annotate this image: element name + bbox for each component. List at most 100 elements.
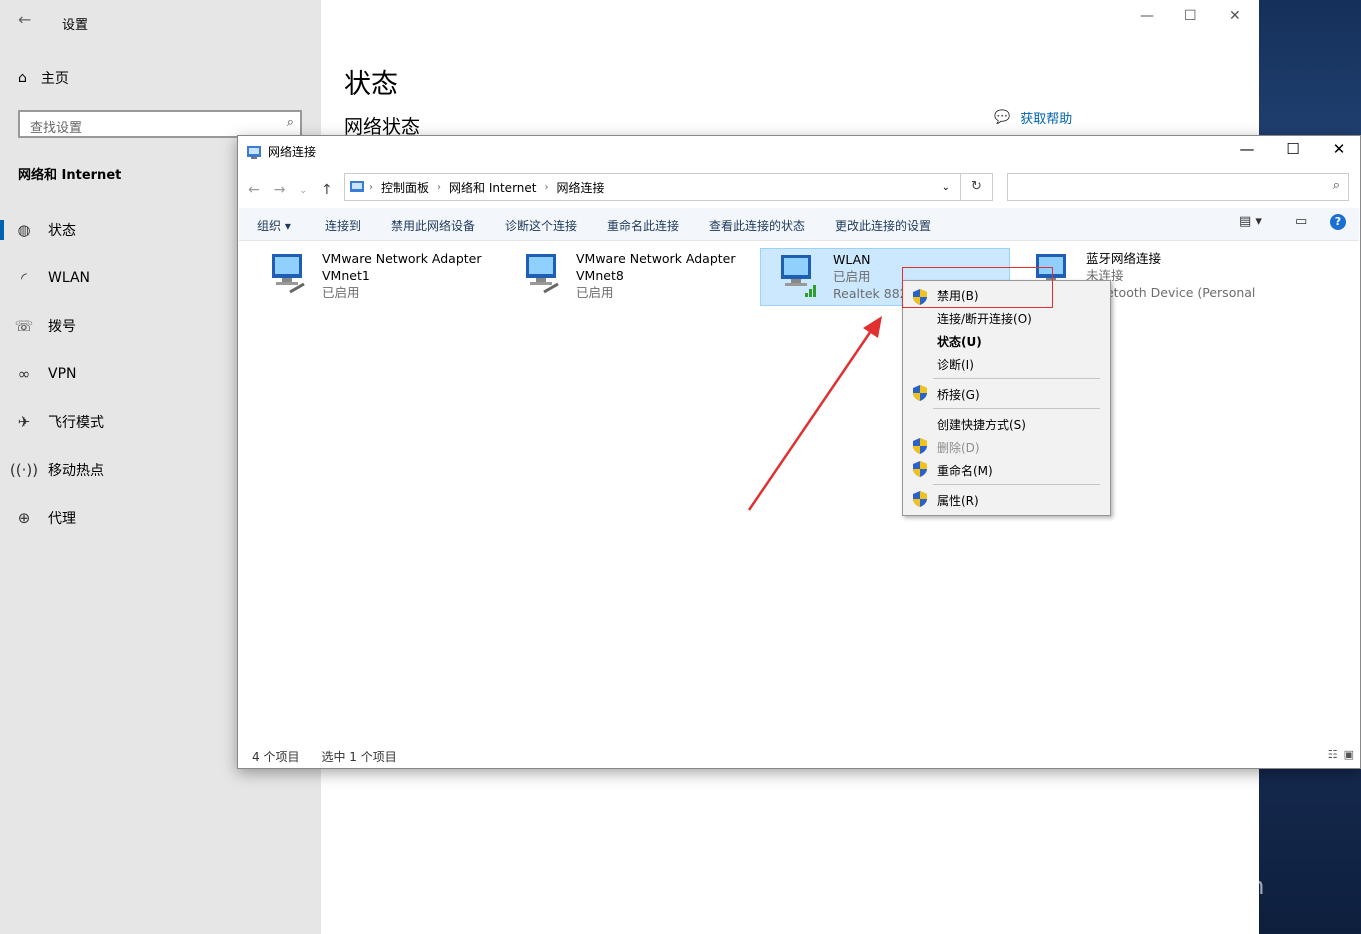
- title-bar: 网络连接: [246, 143, 316, 160]
- status-bar: 4 个项目 选中 1 个项目: [252, 748, 397, 765]
- adapter-name: 蓝牙网络连接: [1086, 251, 1162, 266]
- menu-separator: [933, 378, 1100, 379]
- uac-shield-icon: [913, 438, 927, 454]
- chevron-right-icon: ›: [437, 181, 442, 193]
- window-title: 网络连接: [268, 145, 317, 159]
- nav-label: WLAN: [48, 270, 91, 286]
- adapter-vmnet8[interactable]: VMware Network Adapter VMnet8 已启用: [504, 248, 754, 306]
- wifi-adapter-icon: [781, 255, 816, 297]
- nav-label: 状态: [48, 223, 76, 239]
- menu-separator: [933, 408, 1100, 409]
- chevron-right-icon: ›: [544, 181, 549, 193]
- help-chat-icon: 💬: [994, 110, 1011, 125]
- home-icon: ⌂: [18, 70, 27, 86]
- selected-count: 选中 1 个项目: [321, 750, 397, 764]
- minimize-icon[interactable]: —: [1140, 8, 1154, 24]
- wifi-icon: ◜: [21, 269, 27, 287]
- view-options-icon[interactable]: ▤ ▾: [1239, 214, 1262, 229]
- change-settings-button[interactable]: 更改此连接的设置: [835, 217, 931, 234]
- chevron-right-icon: ›: [369, 181, 373, 193]
- globe-icon: ◍: [17, 221, 31, 239]
- adapter-vmnet1[interactable]: VMware Network Adapter VMnet1 已启用: [250, 248, 500, 306]
- settings-title: 设置: [62, 18, 89, 33]
- baidu-watermark-url: jingyan.baidu.com: [1043, 872, 1265, 900]
- breadcrumb-control-panel[interactable]: 控制面板: [381, 179, 429, 196]
- item-count: 4 个项目: [252, 750, 300, 764]
- refresh-icon[interactable]: ↻: [961, 173, 993, 201]
- uac-shield-icon: [913, 491, 927, 507]
- breadcrumb-network-internet[interactable]: 网络和 Internet: [449, 179, 536, 196]
- address-bar[interactable]: › 控制面板 › 网络和 Internet › 网络连接 ⌄: [344, 173, 961, 201]
- view-status-button[interactable]: 查看此连接的状态: [709, 217, 805, 234]
- back-icon[interactable]: ←: [248, 182, 260, 198]
- maximize-icon[interactable]: ☐: [1270, 140, 1316, 158]
- vpn-icon: ∞: [17, 365, 31, 383]
- close-icon[interactable]: ✕: [1229, 8, 1241, 24]
- menu-status[interactable]: 状态(U): [937, 333, 982, 350]
- command-bar: 组织 ▾ 连接到 禁用此网络设备 诊断这个连接 重命名此连接 查看此连接的状态 …: [239, 208, 1359, 241]
- menu-properties[interactable]: 属性(R): [937, 492, 979, 509]
- home-label: 主页: [40, 71, 69, 87]
- menu-diagnose[interactable]: 诊断(I): [937, 356, 974, 373]
- menu-delete: 删除(D): [937, 441, 980, 455]
- tiles-view-icon[interactable]: ▣: [1344, 748, 1354, 761]
- adapter-line2: VMnet8: [576, 268, 624, 283]
- diagnose-button[interactable]: 诊断这个连接: [505, 217, 577, 234]
- view-toggle: ☷ ▣: [1328, 748, 1354, 761]
- menu-separator: [933, 484, 1100, 485]
- adapter-status: 已启用: [576, 285, 614, 300]
- menu-connect-disconnect[interactable]: 连接/断开连接(O): [937, 310, 1032, 327]
- proxy-globe-icon: ⊕: [17, 509, 31, 527]
- nav-buttons: ← → ⌄ ↑: [248, 182, 333, 198]
- hotspot-icon: ((·)): [9, 461, 39, 479]
- organize-button[interactable]: 组织 ▾: [257, 217, 291, 234]
- rename-button[interactable]: 重命名此连接: [607, 217, 679, 234]
- maximize-icon[interactable]: ☐: [1184, 8, 1197, 24]
- nav-label: 飞行模式: [48, 415, 104, 431]
- get-help-link[interactable]: 💬 获取帮助: [994, 108, 1072, 127]
- menu-create-shortcut[interactable]: 创建快捷方式(S): [937, 416, 1026, 433]
- settings-home-link[interactable]: ⌂ 主页: [18, 68, 69, 88]
- nav-label: VPN: [48, 366, 77, 382]
- page-title: 状态: [344, 69, 398, 100]
- network-adapter-icon: [526, 254, 559, 294]
- forward-icon[interactable]: →: [274, 182, 286, 198]
- adapter-line2: VMnet1: [322, 268, 370, 283]
- disable-device-button[interactable]: 禁用此网络设备: [391, 217, 475, 234]
- adapter-name: VMware Network Adapter: [576, 251, 736, 266]
- minimize-icon[interactable]: —: [1224, 140, 1270, 158]
- recent-dropdown-icon[interactable]: ⌄: [299, 186, 307, 198]
- search-input[interactable]: ⌕: [1007, 173, 1349, 201]
- highlight-box-annotation: [902, 267, 1053, 308]
- back-arrow-icon[interactable]: ←: [18, 10, 31, 29]
- settings-search-input[interactable]: 查找设置 ⌕: [18, 110, 302, 138]
- chevron-down-icon[interactable]: ⌄: [942, 182, 950, 193]
- close-icon[interactable]: ✕: [1316, 140, 1361, 158]
- airplane-icon: ✈: [17, 413, 31, 431]
- network-folder-icon: [247, 145, 261, 159]
- help-icon[interactable]: ?: [1330, 214, 1346, 230]
- uac-shield-icon: [913, 385, 927, 401]
- network-connections-window: 网络连接 — ☐ ✕ ← → ⌄ ↑ › 控制面板 › 网络和 Internet…: [237, 135, 1361, 769]
- details-view-icon[interactable]: ☷: [1328, 748, 1338, 761]
- up-icon[interactable]: ↑: [321, 182, 333, 198]
- search-icon: ⌕: [1332, 178, 1340, 193]
- search-icon: ⌕: [286, 115, 294, 130]
- adapter-status: 已启用: [322, 285, 360, 300]
- preview-pane-icon[interactable]: ▭: [1295, 214, 1307, 229]
- nav-label: 拨号: [48, 319, 76, 335]
- context-menu: 禁用(B) 连接/断开连接(O) 状态(U) 诊断(I) 桥接(G) 创建快捷方…: [902, 280, 1111, 516]
- adapter-name: WLAN: [833, 252, 871, 267]
- uac-shield-icon: [913, 461, 927, 477]
- dialup-icon: ☏: [14, 317, 34, 335]
- adapter-status: Bluetooth Device (Personal Ar...: [1086, 285, 1256, 317]
- breadcrumb-network-connections[interactable]: 网络连接: [556, 179, 604, 196]
- search-placeholder: 查找设置: [30, 121, 83, 136]
- menu-rename[interactable]: 重命名(M): [937, 462, 993, 479]
- adapter-name: VMware Network Adapter: [322, 251, 482, 266]
- network-adapter-icon: [272, 254, 305, 294]
- connect-to-button[interactable]: 连接到: [325, 217, 361, 234]
- nav-label: 代理: [48, 511, 76, 527]
- menu-bridge[interactable]: 桥接(G): [937, 386, 980, 403]
- nav-label: 移动热点: [48, 463, 104, 479]
